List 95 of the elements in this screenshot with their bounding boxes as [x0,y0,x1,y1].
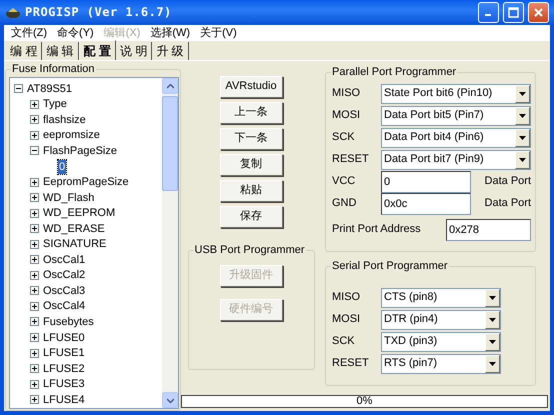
expand-icon[interactable] [30,255,39,264]
field-label: RESET [332,357,370,371]
tree-item[interactable]: OscCal3 [42,284,86,298]
field-label: MOSI [332,109,362,123]
button[interactable]: 下一条 [220,128,282,150]
tab[interactable]: 编 程 [6,42,42,60]
progress-reading: 0% [356,396,372,407]
button[interactable]: 上一条 [220,102,282,124]
app-icon [5,6,21,18]
close-button[interactable] [528,2,549,23]
field-label: MISO [332,291,362,305]
menu-item[interactable]: 选择(W) [145,25,196,41]
scroll-down-icon[interactable] [162,392,178,408]
port-label: Data Port [484,197,531,211]
tree-item[interactable]: eepromsize [42,128,101,142]
tab[interactable]: 升 级 [152,42,189,60]
text-field[interactable]: 0 [381,171,471,193]
tree-item[interactable]: OscCal2 [42,268,86,282]
dropdown[interactable]: Data Port bit4 (Pin6) [381,128,531,148]
expand-icon[interactable] [30,380,39,389]
dropdown[interactable]: CTS (pin8) [381,288,501,308]
scroll-thumb[interactable] [162,96,178,191]
tree-item[interactable]: FlashPageSize [42,144,118,158]
text-field[interactable]: 0x278 [446,219,531,241]
scroll-up-icon[interactable] [162,78,178,94]
tree-item[interactable]: LFUSE1 [42,346,86,360]
menu-item[interactable]: 文件(Z) [6,25,52,41]
tree-item[interactable]: Type [42,97,68,112]
tab[interactable]: 说 明 [116,42,152,60]
button[interactable]: 粘贴 [220,180,282,202]
expand-icon[interactable] [30,100,39,109]
button[interactable]: 复制 [220,154,282,176]
tree-item[interactable]: Fusebytes [42,314,95,329]
expand-icon[interactable] [30,317,39,326]
collapse-icon[interactable] [14,84,23,94]
expand-icon[interactable] [30,178,39,187]
tree-item[interactable]: WD_ERASE [42,222,106,236]
tree-item[interactable]: WD_EEPROM [42,206,116,220]
expand-icon[interactable] [30,270,39,280]
dropdown[interactable]: RTS (pin7) [381,354,501,374]
button[interactable]: AVRstudio [220,76,282,98]
expand-icon[interactable] [30,193,39,202]
expand-icon[interactable] [30,208,39,218]
field-label: MOSI [332,313,362,327]
menu-item[interactable]: 命令(Y) [52,25,99,41]
tab[interactable]: 编 辑 [42,42,79,60]
group-title: Parallel Port Programmer [331,65,458,79]
field-label: VCC [332,175,356,189]
field-label: SCK [332,131,356,145]
tree-item[interactable]: EepromPageSize [42,175,130,190]
text-field[interactable]: 0x0c [381,193,471,215]
field-label: Print Port Address [332,223,421,237]
expand-icon[interactable] [30,302,39,311]
field-label: SCK [332,335,356,349]
tree-item[interactable]: flashsize [42,112,87,127]
scrollbar[interactable] [162,78,178,408]
field-label: MISO [332,87,362,101]
group-title: Serial Port Programmer [331,259,449,273]
tree-item[interactable]: LFUSE2 [42,362,86,376]
tree-item[interactable]: 0 [58,160,66,174]
menu-item[interactable]: 关于(V) [195,25,242,41]
collapse-icon[interactable] [30,146,39,156]
tree-item[interactable]: LFUSE0 [42,330,86,345]
dropdown[interactable]: Data Port bit7 (Pin9) [381,150,531,170]
field-label: GND [332,197,358,211]
tree-item[interactable]: SIGNATURE [42,237,108,252]
port-label: Data Port [484,175,531,189]
expand-icon[interactable] [30,364,39,374]
expand-icon[interactable] [30,115,39,124]
minimize-button[interactable] [478,2,499,23]
dropdown[interactable]: Data Port bit5 (Pin7) [381,106,531,126]
tab[interactable]: 配 置 [78,40,116,60]
tree-item[interactable]: AT89S51 [26,82,74,96]
expand-icon[interactable] [30,240,39,249]
tree-item[interactable]: LFUSE4 [42,392,86,407]
dropdown[interactable]: DTR (pin4) [381,310,501,330]
group-title: USB Port Programmer [194,243,306,257]
dropdown[interactable]: State Port bit6 (Pin10) [381,84,531,104]
expand-icon[interactable] [30,286,39,296]
field-label: RESET [332,153,370,167]
maximize-icon [508,7,519,18]
tree-item[interactable]: OscCal4 [42,299,86,314]
expand-icon[interactable] [30,224,39,234]
tree-item[interactable]: OscCal1 [42,252,86,267]
close-icon [533,7,544,18]
expand-icon[interactable] [30,130,39,140]
window-title: PROGISP (Ver 1.6.7) [25,5,172,20]
dropdown[interactable]: TXD (pin3) [381,332,501,352]
tree-item[interactable]: LFUSE3 [42,377,86,392]
expand-icon[interactable] [30,395,39,404]
maximize-button[interactable] [503,2,524,23]
expand-icon[interactable] [30,348,39,358]
expand-icon[interactable] [30,333,39,342]
button[interactable]: 保存 [220,206,282,228]
tree-item[interactable]: WD_Flash [42,190,96,205]
